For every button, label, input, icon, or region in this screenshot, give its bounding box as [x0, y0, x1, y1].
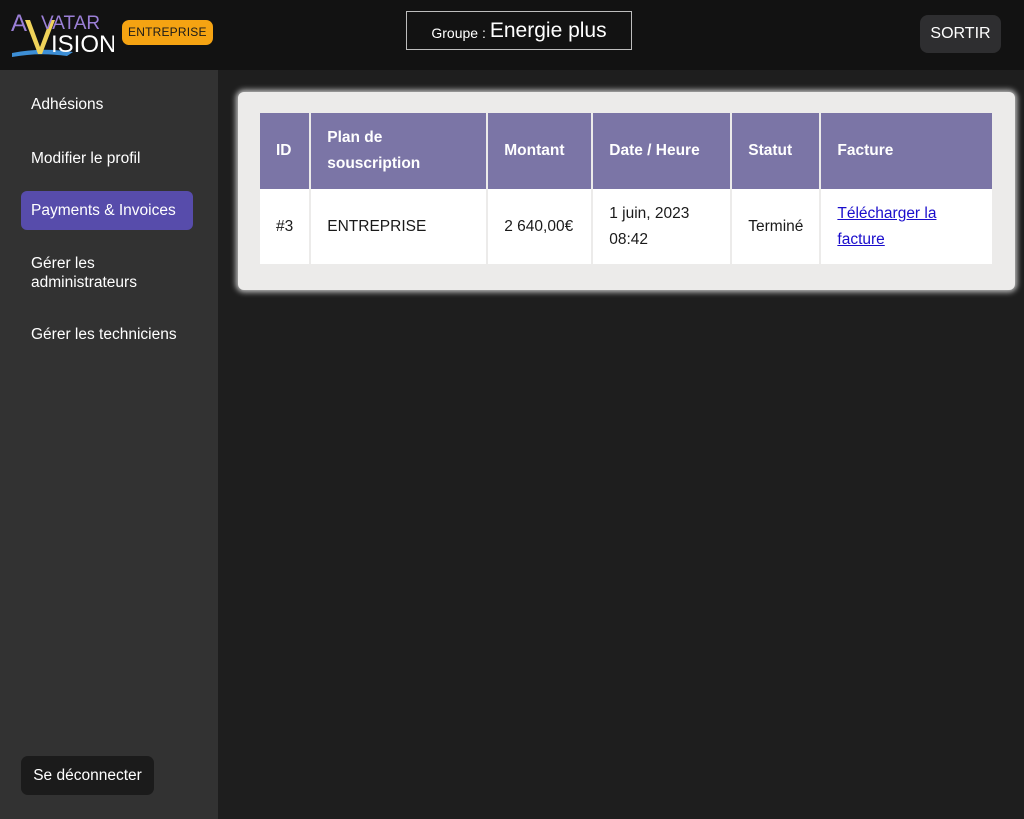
sidebar-item-administrators[interactable]: Gérer les administrateurs	[21, 253, 193, 293]
cell-status: Terminé	[732, 189, 822, 264]
table-row: #3 ENTREPRISE 2 640,00€ 1 juin, 2023 08:…	[260, 189, 993, 264]
logo-letter-a: A	[11, 10, 27, 37]
sidebar-item-profile[interactable]: Modifier le profil	[21, 146, 193, 170]
column-header-status: Statut	[732, 113, 822, 189]
plan-badge: ENTREPRISE	[122, 20, 213, 45]
group-indicator: Groupe : Energie plus	[406, 11, 632, 50]
column-header-id: ID	[260, 113, 312, 189]
column-header-invoice: Facture	[821, 113, 993, 189]
top-header: A VATAR ISION ENTREPRISE Groupe : Energi…	[0, 0, 1024, 70]
column-header-date: Date / Heure	[593, 113, 733, 189]
avatar-vision-logo[interactable]: A VATAR ISION	[11, 9, 114, 59]
cell-date-time: 1 juin, 2023 08:42	[593, 189, 733, 264]
download-invoice-link[interactable]: Télécharger la facture	[837, 205, 936, 248]
group-label: Groupe :	[431, 25, 486, 41]
column-header-plan: Plan de souscription	[311, 113, 489, 189]
sidebar: Adhésions Modifier le profil Payments & …	[0, 70, 218, 819]
logo-text-ision: ISION	[51, 31, 114, 58]
cell-plan: ENTREPRISE	[311, 189, 489, 264]
cell-amount: 2 640,00€	[488, 189, 594, 264]
logout-button[interactable]: Se déconnecter	[21, 756, 154, 795]
group-name: Energie plus	[489, 19, 607, 42]
payments-card: ID Plan de souscription Montant Date / H…	[238, 92, 1015, 290]
sidebar-item-technicians[interactable]: Gérer les techniciens	[21, 322, 193, 346]
cell-invoice: Télécharger la facture	[821, 189, 993, 264]
sidebar-item-payments[interactable]: Payments & Invoices	[21, 191, 193, 230]
cell-id: #3	[260, 189, 312, 264]
table-header-row: ID Plan de souscription Montant Date / H…	[260, 113, 993, 189]
sidebar-item-adhesions[interactable]: Adhésions	[21, 92, 193, 116]
payments-table: ID Plan de souscription Montant Date / H…	[260, 113, 993, 264]
column-header-amount: Montant	[488, 113, 594, 189]
exit-button[interactable]: SORTIR	[920, 15, 1001, 53]
